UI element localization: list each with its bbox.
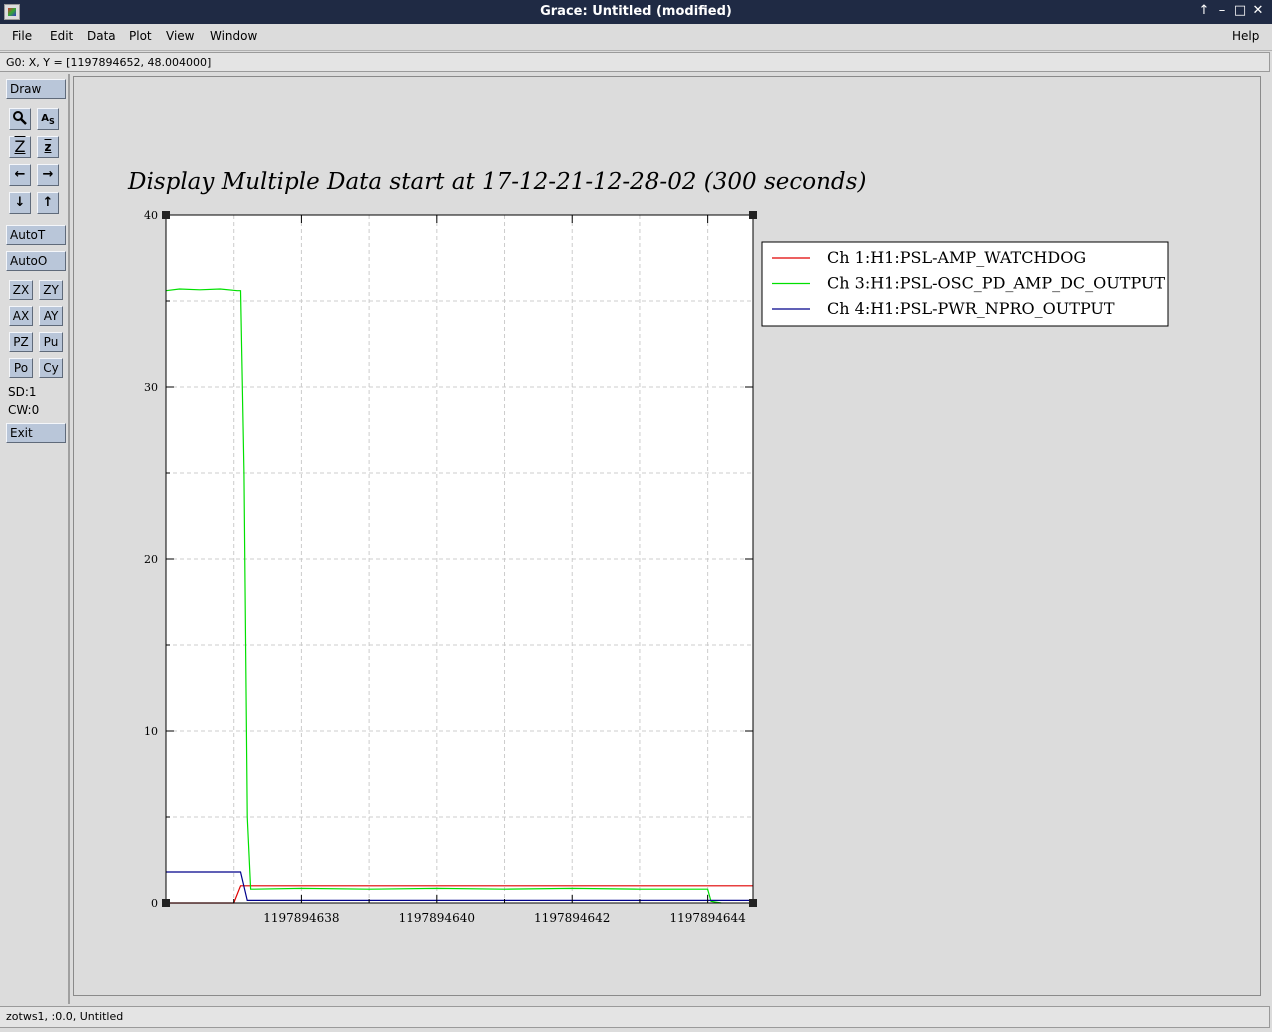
maximize-window-icon[interactable]: □	[1232, 3, 1248, 19]
arrow-down-icon[interactable]: ↓	[9, 192, 31, 214]
minimize-window-icon[interactable]: –	[1214, 3, 1230, 19]
exit-button[interactable]: Exit	[6, 423, 66, 443]
legend-label: Ch 4:H1:PSL-PWR_NPRO_OUTPUT	[827, 299, 1115, 318]
locator-bar: G0: X, Y = [1197894652, 48.004000]	[0, 52, 1270, 72]
autoscale-text-icon[interactable]: AS	[37, 108, 59, 130]
chart: Display Multiple Data start at 17-12-21-…	[127, 169, 1169, 925]
draw-button[interactable]: Draw	[6, 79, 66, 99]
zoom-in-z-icon[interactable]: Z	[9, 136, 31, 158]
stack-depth-label: SD:1	[8, 385, 37, 399]
x-tick-label: 1197894638	[263, 911, 339, 925]
selection-handle[interactable]	[749, 211, 757, 219]
autot-button[interactable]: AutoT	[6, 225, 66, 245]
window-titlebar: Grace: Untitled (modified) ↑ – □ ✕	[0, 0, 1272, 24]
ax-button[interactable]: AX	[9, 306, 33, 326]
window-title: Grace: Untitled (modified)	[540, 4, 732, 19]
locator-text: G0: X, Y = [1197894652, 48.004000]	[6, 56, 212, 69]
raise-window-icon[interactable]: ↑	[1196, 3, 1212, 19]
po-button[interactable]: Po	[9, 358, 33, 378]
legend-label: Ch 1:H1:PSL-AMP_WATCHDOG	[827, 248, 1086, 267]
zoom-out-z-icon[interactable]: z	[37, 136, 59, 158]
magnifier-icon	[13, 111, 27, 125]
chart-title: Display Multiple Data start at 17-12-21-…	[127, 169, 866, 195]
autoo-button[interactable]: AutoO	[6, 251, 66, 271]
menu-file[interactable]: File	[12, 29, 32, 43]
ay-button[interactable]: AY	[39, 306, 63, 326]
menu-view[interactable]: View	[166, 29, 194, 43]
y-tick-label: 10	[144, 725, 158, 738]
x-tick-label: 1197894640	[399, 911, 475, 925]
status-bar: zotws1, :0.0, Untitled	[0, 1006, 1270, 1028]
zx-button[interactable]: ZX	[9, 280, 33, 300]
y-tick-label: 30	[144, 381, 158, 394]
legend: Ch 1:H1:PSL-AMP_WATCHDOG Ch 3:H1:PSL-OSC_…	[761, 241, 1169, 327]
y-tick-label: 0	[151, 897, 158, 910]
current-world-label: CW:0	[8, 403, 40, 417]
selection-handle[interactable]	[162, 899, 170, 907]
menu-help[interactable]: Help	[1232, 29, 1259, 43]
selection-handle[interactable]	[162, 211, 170, 219]
legend-label: Ch 3:H1:PSL-OSC_PD_AMP_DC_OUTPUT	[827, 274, 1165, 293]
tool-panel: Draw AS Z z ← → ↓ ↑ AutoT AutoO ZX ZY AX…	[0, 74, 70, 1004]
pu-button[interactable]: Pu	[39, 332, 63, 352]
selection-handle[interactable]	[749, 899, 757, 907]
zoom-magnifier-icon[interactable]	[9, 108, 31, 130]
menu-edit[interactable]: Edit	[50, 29, 73, 43]
y-tick-label: 40	[144, 209, 158, 222]
drawing-canvas[interactable]: Display Multiple Data start at 17-12-21-…	[73, 76, 1261, 996]
arrow-up-icon[interactable]: ↑	[37, 192, 59, 214]
menu-data[interactable]: Data	[87, 29, 116, 43]
close-window-icon[interactable]: ✕	[1250, 3, 1266, 19]
x-tick-label: 1197894644	[669, 911, 746, 925]
x-tick-label: 1197894642	[534, 911, 610, 925]
status-text: zotws1, :0.0, Untitled	[6, 1010, 124, 1023]
menu-window[interactable]: Window	[210, 29, 257, 43]
zy-button[interactable]: ZY	[39, 280, 63, 300]
pz-button[interactable]: PZ	[9, 332, 33, 352]
arrow-right-icon[interactable]: →	[37, 164, 59, 186]
y-tick-label: 20	[144, 553, 158, 566]
cy-button[interactable]: Cy	[39, 358, 63, 378]
menu-plot[interactable]: Plot	[129, 29, 152, 43]
menubar: File Edit Data Plot View Window Help	[0, 24, 1272, 51]
arrow-left-icon[interactable]: ←	[9, 164, 31, 186]
